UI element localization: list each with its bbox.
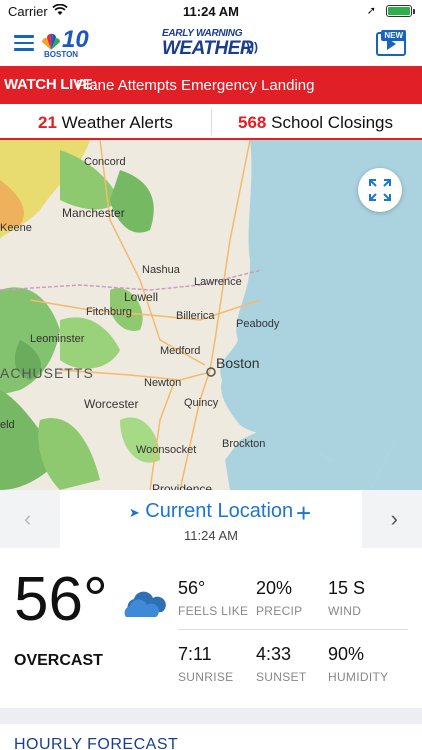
stat-precip: 20% PRECIP [256,578,302,618]
map-label-manchester: Manchester [62,206,125,220]
current-condition: OVERCAST [14,652,103,669]
map-label-leominster: Leominster [30,333,85,345]
map-label-newton: Newton [144,377,182,389]
battery-icon [386,5,415,17]
stat-value: 20% [256,578,293,598]
stat-label: FEELS LIKE [178,604,249,618]
section-separator [0,708,422,724]
plus-icon[interactable]: + [296,498,311,529]
stats-divider [178,629,408,630]
radar-map[interactable]: Concord Manchester Keene Nashua Lawrence… [0,140,422,490]
map-label-billerica: Billerica [176,310,215,322]
stat-label: PRECIP [256,604,303,618]
signal-wave-icon: ))) [246,40,258,54]
brand-bottom: WEATHER [162,38,254,59]
weather-alerts-count: 21 [38,113,57,132]
nbc-peacock-logo [41,33,60,50]
map-label-providence: Providence [152,482,213,490]
current-location[interactable]: ➤ Current Location [0,500,422,523]
early-warning-weather-logo: EARLY WARNING WEATHER ))) [162,28,262,62]
station-logo: 10 BOSTON [40,26,89,62]
map-label-boston: Boston [216,355,260,371]
map-label-medford: Medford [160,345,201,357]
station-logo-city: BOSTON [44,50,79,59]
alerts-divider [211,109,212,135]
stat-value: 4:33 [256,644,292,664]
stat-label: SUNSET [256,670,307,684]
map-label-nashua: Nashua [142,264,180,276]
expand-icon [369,179,391,201]
status-bar: Carrier 11:24 AM ➚ [0,0,422,22]
location-time: 11:24 AM [184,528,238,543]
watch-live-banner[interactable]: WATCH LIVE: Plane Attempts Emergency Lan… [0,66,422,104]
expand-map-button[interactable] [358,168,402,212]
new-badge: NEW [381,30,406,41]
stat-value: 7:11 [178,644,212,664]
map-label-lowell: Lowell [124,290,159,304]
stat-label: WIND [328,604,362,618]
map-label-lawrence: Lawrence [194,276,242,288]
stat-value: 90% [328,644,365,664]
stat-sunset: 4:33 SUNSET [256,644,306,684]
stat-label: SUNRISE [178,670,234,684]
watch-live-headline: Plane Attempts Emergency Landing [76,77,315,94]
location-selector: ‹ › ➤ Current Location + 11:24 AM [0,490,422,548]
school-closings-label: School Closings [271,113,394,132]
map-label-massachusetts: ACHUSETTS [0,365,94,381]
stat-value: 56° [178,578,206,598]
current-temperature: 56° [14,565,108,634]
stat-feels-like: 56° FEELS LIKE [178,578,248,618]
alerts-bar: 21 Weather Alerts 568 School Closings [0,104,422,140]
map-label-concord: Concord [84,156,126,168]
stat-wind: 15 S WIND [328,578,365,618]
map-label-keene: Keene [0,222,32,234]
weather-alerts-label: Weather Alerts [61,113,173,132]
weather-alerts-link[interactable]: 21 Weather Alerts [38,113,173,133]
hourly-forecast-heading[interactable]: HOURLY FORECAST [14,736,178,750]
cloud-icon [124,591,166,617]
stat-sunrise: 7:11 SUNRISE [178,644,233,684]
map-label-fitchburg: Fitchburg [86,306,132,318]
map-label-brockton: Brockton [222,438,266,450]
menu-icon[interactable] [14,35,34,51]
stat-humidity: 90% HUMIDITY [328,644,388,684]
map-label-field: eld [0,419,15,431]
stat-label: HUMIDITY [328,670,389,684]
map-label-worcester: Worcester [84,397,139,411]
map-label-peabody: Peabody [236,318,280,330]
location-arrow-icon: ➤ [128,505,140,520]
school-closings-count: 568 [238,113,267,132]
location-arrow-icon: ➚ [366,5,376,17]
current-conditions: 56° OVERCAST 56° FEELS LIKE 20% PRECIP 1… [0,548,422,708]
location-name: Current Location [145,500,294,522]
app-header: 10 BOSTON EARLY WARNING WEATHER ))) NEW [0,22,422,66]
map-label-quincy: Quincy [184,397,219,409]
status-time: 11:24 AM [183,4,239,19]
map-label-woonsocket: Woonsocket [136,444,197,456]
stat-value: 15 S [328,578,366,598]
school-closings-link[interactable]: 568 School Closings [238,113,393,133]
